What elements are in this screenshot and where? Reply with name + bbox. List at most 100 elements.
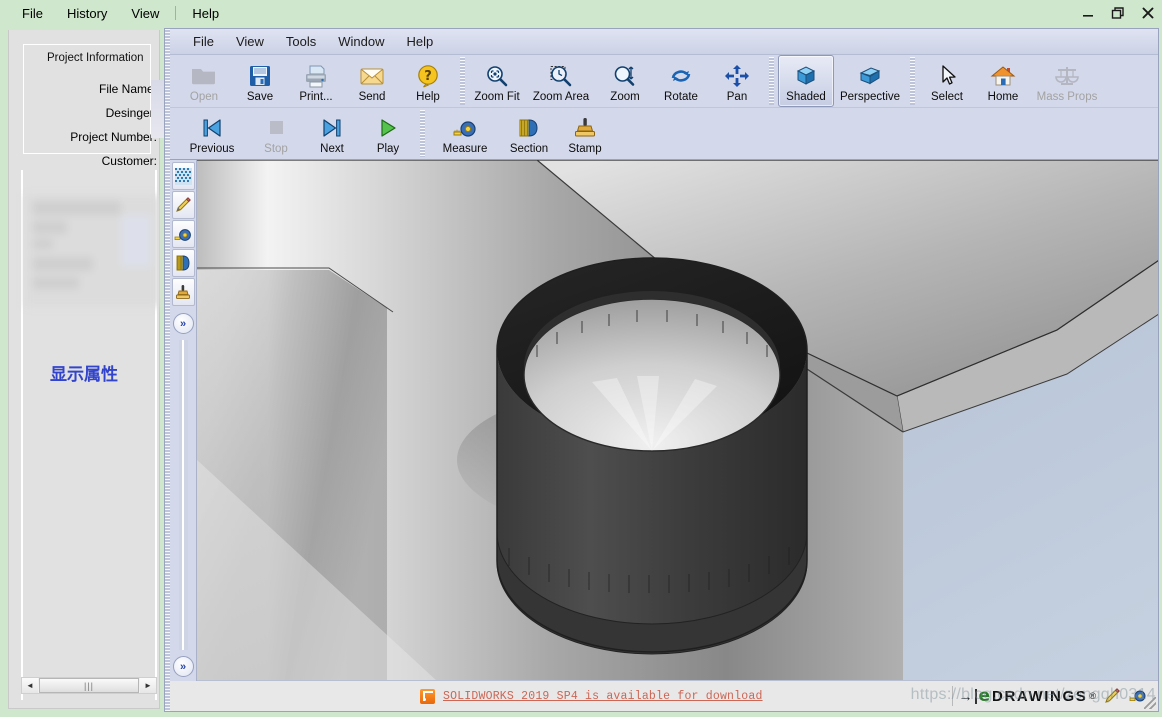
toolbutton-stamp[interactable]: Stamp bbox=[557, 108, 613, 159]
toolbutton-home[interactable]: Home bbox=[975, 55, 1031, 107]
toolbar-separator bbox=[460, 57, 465, 105]
stamp-tool[interactable] bbox=[171, 278, 195, 306]
scroll-left-arrow-icon[interactable]: ◄ bbox=[22, 678, 38, 693]
toolbutton-section[interactable]: Section bbox=[501, 108, 557, 159]
cursor-arrow-icon bbox=[932, 62, 962, 90]
svg-text:?: ? bbox=[424, 69, 432, 84]
status-right: → e DRAWINGS ® https://blog.csdn.net/zen… bbox=[911, 681, 1158, 711]
section-tool[interactable] bbox=[171, 249, 195, 277]
edr-menu-tools[interactable]: Tools bbox=[275, 31, 327, 52]
edr-menu-window[interactable]: Window bbox=[327, 31, 395, 52]
toolbar-separator-3 bbox=[910, 57, 915, 105]
display-properties-link[interactable]: 显示属性 bbox=[9, 360, 159, 385]
balance-scale-icon bbox=[1052, 62, 1082, 90]
toolbutton-rotate-label: Rotate bbox=[664, 90, 698, 103]
scroll-thumb[interactable]: ||| bbox=[39, 678, 139, 693]
edrawings-brand-logo: → e DRAWINGS ® bbox=[958, 685, 1096, 706]
toolbutton-send[interactable]: Send bbox=[344, 55, 400, 107]
floppy-disk-icon bbox=[245, 62, 275, 90]
toolbutton-zoom[interactable]: Zoom bbox=[597, 55, 653, 107]
brand-word: DRAWINGS bbox=[992, 687, 1088, 705]
toolbutton-zoom-fit[interactable]: Zoom Fit bbox=[469, 55, 525, 107]
menu-file[interactable]: File bbox=[10, 4, 55, 23]
perspective-cube-icon bbox=[855, 62, 885, 90]
skip-previous-icon bbox=[197, 114, 227, 142]
toolbutton-next-label: Next bbox=[320, 143, 344, 155]
toolbutton-send-label: Send bbox=[358, 90, 386, 103]
menu-history[interactable]: History bbox=[55, 4, 119, 23]
edr-menu-help[interactable]: Help bbox=[396, 31, 445, 52]
toolbutton-open-label: Open bbox=[189, 90, 219, 103]
toolbutton-save[interactable]: Save bbox=[232, 55, 288, 107]
toolbutton-open[interactable]: Open bbox=[176, 55, 232, 107]
menu-view[interactable]: View bbox=[119, 4, 171, 23]
field-row-designer: Desinger: bbox=[31, 106, 159, 120]
toolbutton-stop-label: Stop bbox=[264, 143, 288, 155]
rss-feed-icon[interactable] bbox=[420, 688, 435, 704]
brand-arrow-icon: → bbox=[958, 688, 973, 704]
toolbutton-zoom-fit-label: Zoom Fit bbox=[474, 90, 520, 103]
expand-tools-chevron-bottom-icon[interactable]: » bbox=[172, 656, 194, 677]
field-row-customer: Customer: bbox=[31, 154, 159, 168]
toolbutton-measure[interactable]: Measure bbox=[429, 108, 501, 159]
main-menu-bar: File History View Help bbox=[0, 4, 231, 23]
toolbutton-help-label: Help bbox=[416, 90, 440, 103]
toolbutton-zoom-area[interactable]: Zoom Area bbox=[525, 55, 597, 107]
toolbutton-perspective[interactable]: Perspective bbox=[834, 55, 906, 107]
brand-registered-mark: ® bbox=[1089, 691, 1096, 701]
tool-rail bbox=[178, 340, 188, 650]
project-information-title: Project Information bbox=[44, 52, 147, 64]
zoom-fit-icon bbox=[482, 62, 512, 90]
markup-pencil-status-icon[interactable] bbox=[1102, 687, 1122, 705]
toolbutton-mass-props[interactable]: Mass Props bbox=[1031, 55, 1103, 107]
question-mark-icon: ? bbox=[413, 62, 443, 90]
field-row-project-number: Project Number: bbox=[31, 130, 159, 144]
main-toolbar: Open Save Print... Send ? Help Zoom Fit … bbox=[170, 55, 1158, 108]
menu-divider bbox=[175, 6, 177, 20]
application-window: File History View Help Project Informati… bbox=[0, 0, 1162, 717]
label-project-number: Project Number: bbox=[70, 130, 157, 144]
viewport-tool-strip: » » bbox=[170, 160, 197, 681]
toolbutton-previous[interactable]: Previous bbox=[176, 108, 248, 159]
toolbutton-mass-props-label: Mass Props bbox=[1036, 90, 1098, 103]
brand-e-letter: e bbox=[978, 685, 991, 706]
toolbutton-pan[interactable]: Pan bbox=[709, 55, 765, 107]
expand-tools-chevron-icon[interactable]: » bbox=[172, 313, 194, 334]
sidebar-horizontal-scrollbar[interactable]: ◄ ||| ► bbox=[21, 677, 157, 694]
toolbutton-perspective-label: Perspective bbox=[839, 90, 901, 103]
skip-next-icon bbox=[317, 114, 347, 142]
3d-scene[interactable]: X Y bbox=[197, 160, 1158, 681]
minimize-icon[interactable] bbox=[1080, 5, 1096, 21]
status-divider bbox=[951, 686, 953, 706]
edrawings-menu-bar: File View Tools Window Help bbox=[170, 29, 1158, 55]
scroll-right-arrow-icon[interactable]: ► bbox=[140, 678, 156, 693]
rss-announcement-link[interactable]: SOLIDWORKS 2019 SP4 is available for dow… bbox=[443, 690, 763, 703]
3d-model-render: X Y bbox=[197, 160, 1158, 681]
toolbutton-rotate[interactable]: Rotate bbox=[653, 55, 709, 107]
markup-texture-tool[interactable] bbox=[171, 162, 195, 190]
toolbutton-print[interactable]: Print... bbox=[288, 55, 344, 107]
pencil-tool[interactable] bbox=[171, 191, 195, 219]
rotate-icon bbox=[666, 62, 696, 90]
toolbutton-stamp-label: Stamp bbox=[568, 143, 602, 155]
toolbutton-select[interactable]: Select bbox=[919, 55, 975, 107]
printer-icon bbox=[301, 62, 331, 90]
status-left: SOLIDWORKS 2019 SP4 is available for dow… bbox=[170, 688, 952, 704]
toolbutton-shaded[interactable]: Shaded bbox=[778, 55, 834, 107]
toolbutton-help[interactable]: ? Help bbox=[400, 55, 456, 107]
resize-grip[interactable] bbox=[1144, 697, 1156, 709]
restore-icon[interactable] bbox=[1110, 5, 1126, 21]
toolbutton-stop[interactable]: Stop bbox=[248, 108, 304, 159]
edr-menu-view[interactable]: View bbox=[225, 31, 275, 52]
toolbutton-play[interactable]: Play bbox=[360, 108, 416, 159]
title-bar: File History View Help bbox=[0, 0, 1162, 26]
toolbutton-next[interactable]: Next bbox=[304, 108, 360, 159]
edr-menu-file[interactable]: File bbox=[182, 31, 225, 52]
model-viewport[interactable]: » » bbox=[170, 160, 1158, 681]
envelope-icon bbox=[357, 62, 387, 90]
close-icon[interactable] bbox=[1140, 5, 1156, 21]
toolbutton-save-label: Save bbox=[246, 90, 274, 103]
stamp-icon bbox=[570, 114, 600, 142]
menu-help[interactable]: Help bbox=[180, 4, 231, 23]
measure-tool[interactable] bbox=[171, 220, 195, 248]
